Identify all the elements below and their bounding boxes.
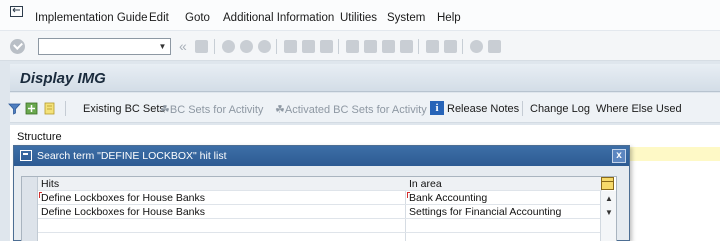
- toolbar-separator: [276, 39, 277, 54]
- where-else-used-button[interactable]: Where Else Used: [596, 103, 682, 115]
- back-icon[interactable]: [222, 40, 235, 53]
- change-log-button[interactable]: Change Log: [530, 103, 590, 115]
- table-row[interactable]: Define Lockboxes for House Banks Setting…: [22, 205, 602, 219]
- menu-exit-icon[interactable]: [10, 6, 23, 17]
- vertical-scrollbar[interactable]: ▲ ▼: [600, 191, 616, 241]
- toolbar-separator: [462, 39, 463, 54]
- menu-goto[interactable]: Goto: [185, 12, 210, 24]
- title-bar: Display IMG: [10, 64, 720, 92]
- existing-bc-sets-button[interactable]: Existing BC Sets: [83, 103, 165, 115]
- chevron-down-icon[interactable]: ▼: [155, 39, 170, 54]
- column-header-hits[interactable]: Hits: [41, 178, 59, 190]
- table-row-empty: [22, 233, 602, 241]
- toolbar-separator: [214, 39, 215, 54]
- menu-bar: Implementation Guide Edit Goto Additiona…: [0, 0, 720, 31]
- menu-system[interactable]: System: [387, 12, 425, 24]
- close-icon[interactable]: x: [612, 149, 626, 163]
- note-icon[interactable]: [43, 102, 56, 115]
- bc-sets-icon: ☘: [160, 104, 170, 116]
- table-row[interactable]: Define Lockboxes for House Banks Bank Ac…: [22, 191, 602, 205]
- filter-icon[interactable]: [8, 102, 21, 115]
- exit-icon[interactable]: [240, 40, 253, 53]
- activated-bc-sets-button: ☘Activated BC Sets for Activity: [275, 103, 427, 116]
- tree-expand-icon[interactable]: [25, 102, 38, 115]
- next-page-icon[interactable]: [382, 40, 395, 53]
- search-hit-list-dialog: Search term "DEFINE LOCKBOX" hit list x …: [13, 145, 630, 241]
- toolbar-separator: [522, 101, 523, 116]
- menu-help[interactable]: Help: [437, 12, 461, 24]
- row-selector: [22, 219, 38, 233]
- last-page-icon[interactable]: [400, 40, 413, 53]
- hit-cell[interactable]: Define Lockboxes for House Banks: [41, 192, 205, 204]
- bc-sets-icon: ☘: [275, 104, 285, 116]
- find-next-icon[interactable]: [320, 40, 333, 53]
- structure-label: Structure: [17, 131, 62, 143]
- menu-implementation-guide[interactable]: Implementation Guide: [35, 12, 148, 24]
- structure-highlight-row: [628, 147, 720, 161]
- enter-icon[interactable]: [10, 39, 25, 54]
- customize-layout-icon[interactable]: [488, 40, 501, 53]
- table-header-row: Hits In area: [22, 177, 602, 191]
- bc-sets-for-activity-button: ☘BC Sets for Activity: [160, 103, 263, 116]
- toolbar-separator: [65, 101, 66, 116]
- table-settings-icon[interactable]: [601, 177, 614, 190]
- print-icon[interactable]: [284, 40, 297, 53]
- menu-edit[interactable]: Edit: [149, 12, 169, 24]
- hit-cell[interactable]: Define Lockboxes for House Banks: [41, 206, 205, 218]
- dialog-title: Search term "DEFINE LOCKBOX" hit list: [37, 150, 227, 162]
- column-header-area[interactable]: In area: [409, 178, 442, 190]
- scroll-up-icon[interactable]: ▲: [605, 194, 613, 203]
- hit-list-table: Hits In area Define Lockboxes for House …: [21, 176, 617, 241]
- dialog-title-bar: Search term "DEFINE LOCKBOX" hit list x: [14, 146, 629, 166]
- row-selector[interactable]: [22, 205, 38, 219]
- release-notes-icon[interactable]: i: [430, 101, 444, 115]
- first-page-icon[interactable]: [346, 40, 359, 53]
- area-cell[interactable]: Settings for Financial Accounting: [409, 206, 561, 218]
- help-icon[interactable]: [470, 40, 483, 53]
- save-icon[interactable]: [195, 40, 208, 53]
- row-selector[interactable]: [22, 191, 38, 205]
- area-cell[interactable]: Bank Accounting: [409, 192, 487, 204]
- new-session-icon[interactable]: [426, 40, 439, 53]
- toolbar-separator: [338, 39, 339, 54]
- standard-toolbar: ▼ «: [0, 31, 720, 61]
- command-field[interactable]: ▼: [38, 38, 171, 55]
- select-all-cell[interactable]: [22, 177, 38, 191]
- shortcut-icon[interactable]: [444, 40, 457, 53]
- page-title: Display IMG: [20, 70, 106, 87]
- expand-toolbar-icon[interactable]: «: [179, 38, 187, 54]
- release-notes-button[interactable]: Release Notes: [447, 103, 519, 115]
- scroll-down-icon[interactable]: ▼: [605, 208, 613, 217]
- previous-page-icon[interactable]: [364, 40, 377, 53]
- application-toolbar: Existing BC Sets ☘BC Sets for Activity ☘…: [8, 93, 720, 123]
- activated-bc-sets-label: Activated BC Sets for Activity: [284, 104, 427, 116]
- toolbar-separator: [418, 39, 419, 54]
- dialog-window-icon: [20, 150, 32, 161]
- find-icon[interactable]: [302, 40, 315, 53]
- menu-additional-information[interactable]: Additional Information: [223, 12, 334, 24]
- row-selector: [22, 233, 38, 241]
- cancel-icon[interactable]: [258, 40, 271, 53]
- menu-utilities[interactable]: Utilities: [340, 12, 377, 24]
- table-row-empty: [22, 219, 602, 233]
- bc-sets-for-activity-label: BC Sets for Activity: [169, 104, 264, 116]
